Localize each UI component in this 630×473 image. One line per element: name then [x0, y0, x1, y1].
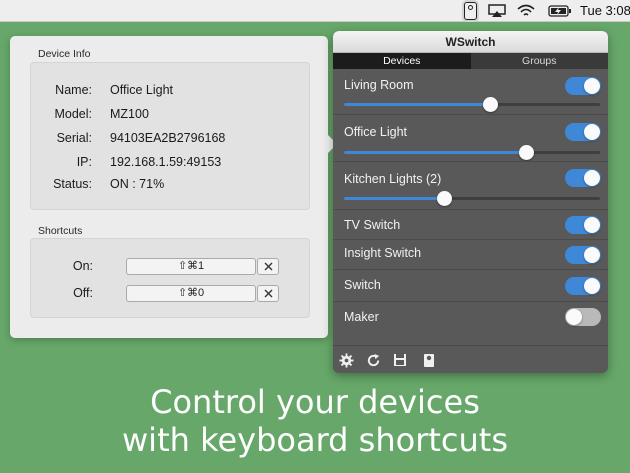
caption-line-1: Control your devices [150, 383, 480, 421]
device-name: Living Room [344, 78, 414, 92]
wswitch-popover: WSwitch Devices Groups Living Room Offic… [333, 31, 608, 373]
device-name: Insight Switch [344, 246, 422, 260]
popover-toolbar [333, 345, 608, 373]
tab-bar: Devices Groups [333, 53, 608, 69]
save-icon[interactable] [391, 351, 409, 369]
device-row-living-room[interactable]: Living Room [333, 69, 608, 114]
model-value: MZ100 [110, 107, 149, 121]
maker-toggle[interactable] [565, 308, 601, 326]
tab-groups[interactable]: Groups [471, 53, 609, 69]
insight-switch-toggle[interactable] [565, 246, 601, 264]
airplay-icon[interactable] [486, 0, 508, 22]
device-name: Maker [344, 310, 379, 324]
wifi-icon[interactable] [515, 0, 537, 22]
battery-charging-icon[interactable] [547, 0, 573, 22]
switch-toggle[interactable] [565, 277, 601, 295]
office-light-toggle[interactable] [565, 123, 601, 141]
device-info-box: Name: Office Light Model: MZ100 Serial: … [30, 62, 310, 210]
device-name: Office Light [344, 125, 408, 139]
menu-bar: Tue 3:08 [0, 0, 630, 22]
device-icon[interactable] [420, 351, 438, 369]
device-name: TV Switch [344, 218, 401, 232]
menu-bar-clock[interactable]: Tue 3:08 [580, 0, 630, 22]
close-icon [264, 289, 272, 298]
device-row-office-light[interactable]: Office Light [333, 114, 608, 161]
caption-line-2: with keyboard shortcuts [122, 421, 508, 459]
device-row-kitchen-lights[interactable]: Kitchen Lights (2) [333, 161, 608, 209]
serial-value: 94103EA2B2796168 [110, 131, 226, 145]
gear-icon[interactable] [337, 351, 355, 369]
device-name: Switch [344, 278, 381, 292]
device-row-tv-switch[interactable]: TV Switch [333, 209, 608, 239]
on-shortcut-label: On: [72, 259, 93, 273]
ip-value: 192.168.1.59:49153 [110, 155, 222, 169]
slider-handle[interactable] [436, 191, 452, 206]
office-light-dim-slider[interactable] [344, 145, 600, 160]
off-shortcut-field[interactable]: ⇧⌘0 [126, 285, 256, 302]
kitchen-lights-toggle[interactable] [565, 169, 601, 187]
device-info-heading: Device Info [38, 48, 91, 60]
slider-handle[interactable] [482, 97, 498, 112]
status-label: Status: [53, 177, 92, 191]
device-row-maker[interactable]: Maker [333, 301, 608, 331]
model-label: Model: [54, 107, 92, 121]
living-room-dim-slider[interactable] [344, 97, 600, 112]
ip-label: IP: [76, 155, 92, 169]
name-label: Name: [55, 83, 92, 97]
on-shortcut-field[interactable]: ⇧⌘1 [126, 258, 256, 275]
close-icon [264, 262, 272, 271]
name-value: Office Light [110, 83, 174, 97]
tv-switch-toggle[interactable] [565, 216, 601, 234]
device-row-insight-switch[interactable]: Insight Switch [333, 239, 608, 269]
status-value: ON : 71% [110, 177, 165, 191]
device-name: Kitchen Lights (2) [344, 172, 442, 186]
wswitch-app-icon[interactable] [460, 0, 480, 22]
living-room-toggle[interactable] [565, 77, 601, 95]
device-row-switch[interactable]: Switch [333, 269, 608, 301]
popover-title: WSwitch [333, 31, 608, 53]
shortcuts-heading: Shortcuts [38, 225, 83, 237]
off-shortcut-label: Off: [73, 286, 93, 300]
clear-off-shortcut-button[interactable] [257, 285, 279, 302]
serial-label: Serial: [56, 131, 92, 145]
device-info-panel: Device Info Name: Office Light Model: MZ… [10, 36, 328, 338]
slider-handle[interactable] [518, 145, 534, 160]
kitchen-lights-dim-slider[interactable] [344, 191, 600, 206]
tab-devices[interactable]: Devices [333, 53, 471, 69]
shortcuts-box: On: ⇧⌘1 Off: ⇧⌘0 [30, 238, 310, 318]
clear-on-shortcut-button[interactable] [257, 258, 279, 275]
refresh-icon[interactable] [364, 351, 382, 369]
